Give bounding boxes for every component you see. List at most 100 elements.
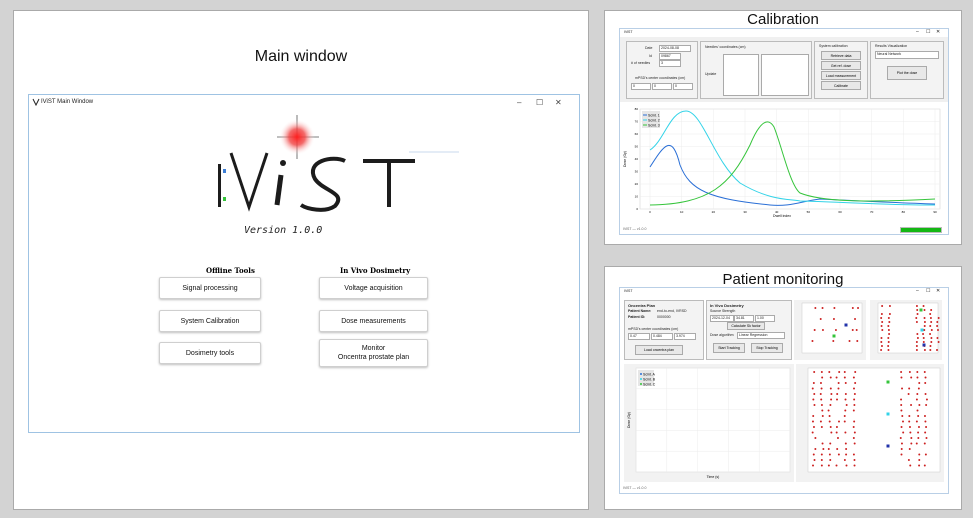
needle-dot	[924, 393, 927, 395]
source-strength-field[interactable]: 34.81	[734, 315, 754, 322]
needle-dot	[854, 318, 857, 320]
stop-tracking-button[interactable]: Stop Tracking	[751, 343, 783, 353]
update-label: Update	[705, 72, 717, 76]
needle-dot	[819, 318, 822, 320]
needle-dot	[936, 325, 939, 327]
id-field[interactable]: 09867	[659, 53, 681, 60]
needle-dot	[924, 453, 927, 456]
needle-dot	[917, 387, 920, 390]
cal-maximize-button[interactable]: ☐	[926, 29, 930, 35]
needle-dot	[855, 329, 858, 331]
monitor-label-line1: Monitor	[361, 345, 386, 352]
needle-dot	[835, 431, 838, 434]
dose-algorithm-select[interactable]: Linear Regression	[737, 332, 785, 339]
minimize-button[interactable]: –	[517, 98, 521, 107]
needle-dot	[936, 329, 939, 331]
mon-minimize-button[interactable]: –	[916, 288, 919, 294]
maximize-button[interactable]: ☐	[536, 98, 543, 107]
needle-coords-table-2[interactable]	[761, 54, 809, 96]
needle-dot	[822, 448, 825, 450]
main-window-title: IViST Main Window	[41, 99, 94, 105]
monitor-oncentra-button[interactable]: Monitor Oncentra prostate plan	[319, 339, 428, 367]
scintillator-marker	[886, 444, 890, 448]
needle-dot	[929, 313, 932, 315]
load-oncentra-plan-button[interactable]: Load oncentra plan	[635, 345, 683, 355]
needle-dot	[880, 337, 883, 339]
needle-dot	[829, 426, 832, 428]
needle-dot	[828, 420, 831, 423]
main-window-panel: Main window IViST Main Window – ☐ ✕ Vers…	[13, 10, 589, 510]
calibration-controls: Date 2024-08-08 Id 09867 # of needles 3 …	[620, 37, 948, 102]
needle-dot	[827, 409, 830, 412]
mon-close-button[interactable]: ✕	[936, 288, 940, 294]
oncentra-mpsd-z[interactable]: 3.974	[674, 333, 696, 340]
needle-dot	[925, 404, 928, 406]
needle-dot	[936, 321, 939, 323]
needle-dot	[843, 371, 846, 373]
calibration-progress	[900, 227, 942, 233]
monitor-titlebar: IViST – ☐ ✕	[620, 288, 948, 296]
mpsd-z-field[interactable]: 0	[673, 83, 693, 90]
cal-close-button[interactable]: ✕	[936, 29, 940, 35]
needle-dot	[821, 415, 824, 417]
needle-dot	[887, 337, 890, 339]
load-measurement-button[interactable]: Load measurement	[821, 71, 861, 80]
ivist-main-window: IViST Main Window – ☐ ✕ Version 1.0.0 Of…	[28, 94, 580, 433]
oncentra-mpsd-x[interactable]: 0.47	[628, 333, 650, 340]
calibration-panel: Calibration IViST – ☐ ✕ Date 2024-08-08 …	[604, 10, 962, 245]
needle-dot	[832, 340, 835, 342]
source-date-field[interactable]: 2024-12-04	[710, 315, 734, 322]
needle-dot	[930, 337, 933, 339]
dosimetry-tools-button[interactable]: Dosimetry tools	[159, 342, 261, 364]
needle-dot	[812, 382, 815, 384]
needle-dot	[844, 393, 847, 395]
source-factor-field[interactable]: 1.00	[755, 315, 775, 322]
in-vivo-dosimetry-heading: In Vivo Dosimetry	[340, 266, 411, 275]
dose-time-plot: Scint. A Scint. B Scint. C Time (s) Dose…	[624, 364, 794, 482]
mon-maximize-button[interactable]: ☐	[926, 288, 930, 294]
system-calibration-button[interactable]: System Calibration	[159, 310, 261, 332]
signal-processing-button[interactable]: Signal processing	[159, 277, 261, 299]
needle-dot	[820, 464, 823, 467]
plot-dose-button[interactable]: Plot the dose	[887, 66, 927, 80]
cal-ytick: 50	[635, 145, 639, 149]
model-select[interactable]: Neural Network	[875, 51, 939, 59]
needle-dot	[910, 442, 913, 445]
needle-dot	[835, 464, 838, 467]
patient-monitoring-panel: Patient monitoring IViST – ☐ ✕ Oncentra …	[604, 266, 962, 510]
needle-dot	[888, 305, 891, 307]
needle-dot	[852, 453, 855, 456]
needle-dot	[888, 313, 891, 315]
close-button[interactable]: ✕	[555, 98, 562, 107]
oncentra-plan-group: Oncentra Plan Patient Name: end-to-end, …	[624, 300, 704, 360]
logo-graphic	[218, 115, 459, 212]
get-ref-dose-button[interactable]: Get ref. dose	[821, 61, 861, 70]
start-tracking-button[interactable]: Start Tracking	[713, 343, 745, 353]
calculate-sk-button[interactable]: Calculate Sk factor	[727, 322, 765, 330]
scintillator-marker	[922, 343, 926, 347]
voltage-acquisition-button[interactable]: Voltage acquisition	[319, 277, 428, 299]
needle-dot	[829, 442, 832, 445]
date-field[interactable]: 2024-08-08	[659, 45, 691, 52]
needle-dot	[813, 329, 816, 331]
oncentra-mpsd-y[interactable]: 0.484	[651, 333, 673, 340]
mpsd-x-field[interactable]: 0	[631, 83, 651, 90]
needle-dot	[811, 387, 814, 390]
in-vivo-heading: In Vivo Dosimetry	[710, 303, 744, 308]
needle-dot	[830, 393, 833, 395]
mpsd-y-field[interactable]: 0	[652, 83, 672, 90]
needles-count-field[interactable]: 3	[659, 60, 681, 67]
needle-dot	[915, 442, 918, 445]
calibration-titlebar: IViST – ☐ ✕	[620, 29, 948, 37]
needle-coords-table[interactable]	[723, 54, 759, 96]
needle-dot	[900, 409, 903, 412]
retrieve-data-button[interactable]: Retrieve data	[821, 51, 861, 60]
needle-dot	[821, 376, 824, 379]
needle-dot	[819, 393, 822, 395]
needle-dot	[880, 341, 883, 343]
calibrate-button[interactable]: Calibrate	[821, 81, 861, 90]
dose-measurements-button[interactable]: Dose measurements	[319, 310, 428, 332]
cal-minimize-button[interactable]: –	[916, 29, 919, 35]
legend-scint-b: Scint. B	[643, 378, 656, 382]
needle-dot	[843, 420, 846, 423]
